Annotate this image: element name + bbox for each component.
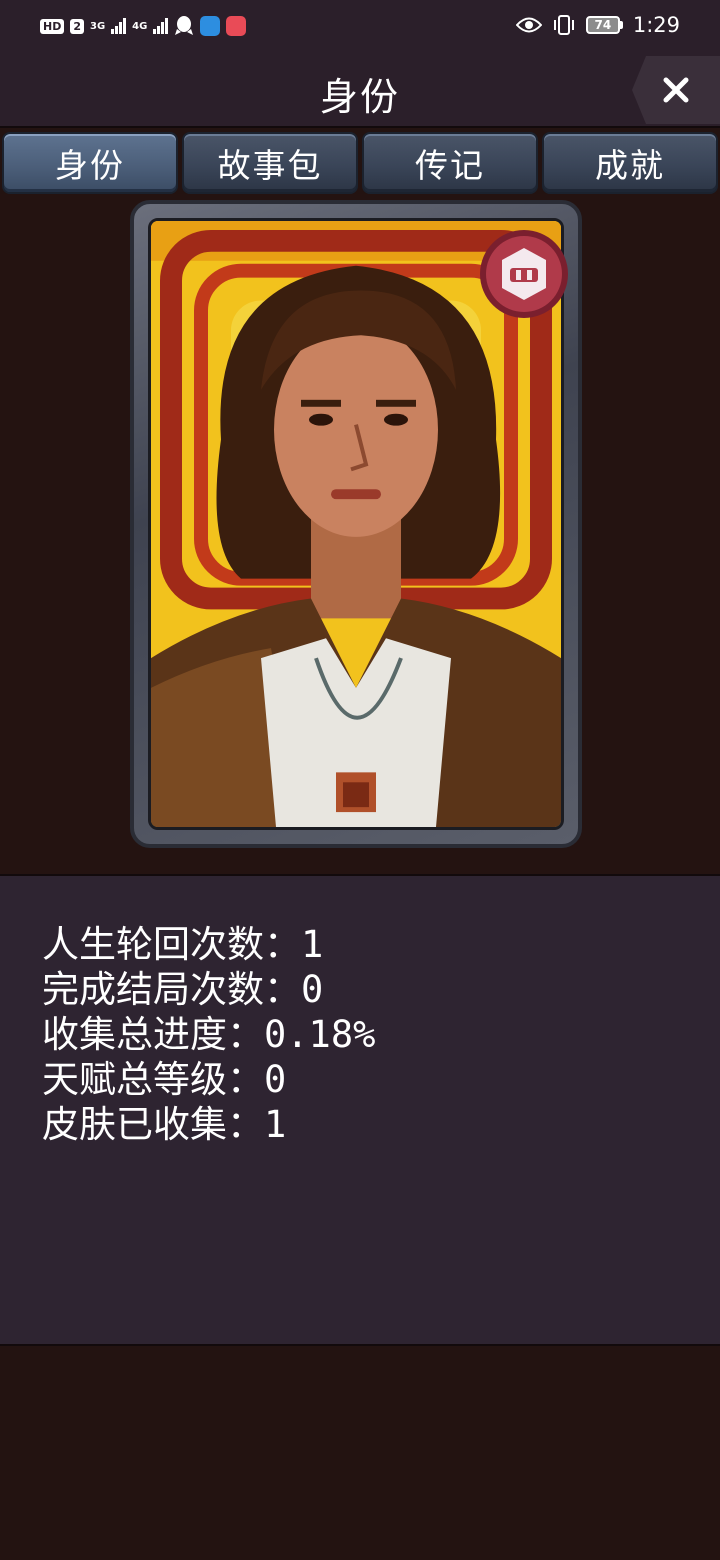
stat-skins-collected: 皮肤已收集：1 — [42, 1103, 287, 1146]
stat-talent-level: 天赋总等级：0 — [42, 1058, 287, 1101]
sim-badge: 2 — [70, 18, 84, 34]
stats-list: 人生轮回次数：1 完成结局次数：0 收集总进度：0.18% 天赋总等级：0 皮肤… — [42, 922, 375, 1147]
stats-panel: 人生轮回次数：1 完成结局次数：0 收集总进度：0.18% 天赋总等级：0 皮肤… — [0, 874, 720, 1346]
qq-icon — [175, 16, 194, 35]
signal-icon — [153, 18, 169, 34]
close-button[interactable] — [632, 56, 720, 124]
tab-biography[interactable]: 传记 — [362, 132, 538, 194]
eye-icon — [515, 17, 542, 33]
signal-type-1: 3G — [90, 20, 106, 32]
hd-badge: HD — [40, 18, 65, 34]
stat-endings-completed: 完成结局次数：0 — [42, 968, 324, 1011]
skin-badge-icon[interactable] — [478, 228, 570, 320]
tab-story-pack[interactable]: 故事包 — [182, 132, 358, 194]
close-icon — [663, 77, 689, 103]
tab-identity[interactable]: 身份 — [2, 132, 178, 194]
battery-icon: 74 — [585, 16, 623, 34]
page-title: 身份 — [319, 75, 400, 119]
tab-bar: 身份 故事包 传记 成就 — [0, 132, 720, 194]
clock: 1:29 — [632, 13, 680, 37]
tab-achievements[interactable]: 成就 — [542, 132, 718, 194]
status-right: 74 1:29 — [515, 10, 680, 40]
stat-collection-progress: 收集总进度：0.18% — [42, 1013, 376, 1056]
portrait-area — [0, 194, 720, 874]
cloud-app-icon — [200, 16, 221, 36]
identity-screen: HD 2 3G 4G 74 1:29 身份 身份 故事包 传记 成就 人生轮回次… — [0, 0, 720, 1560]
signal-icon — [111, 18, 127, 34]
vibrate-icon — [553, 15, 574, 35]
title-bar: 身份 — [0, 52, 720, 128]
red-app-icon — [226, 16, 247, 36]
character-card[interactable] — [130, 200, 582, 848]
battery-level: 74 — [585, 16, 620, 34]
bottom-area — [0, 1346, 720, 1560]
signal-type-2: 4G — [132, 20, 148, 32]
status-bar: HD 2 3G 4G 74 1:29 — [0, 0, 720, 52]
stat-reincarnations: 人生轮回次数：1 — [42, 923, 324, 966]
status-left: HD 2 3G 4G — [40, 12, 247, 40]
